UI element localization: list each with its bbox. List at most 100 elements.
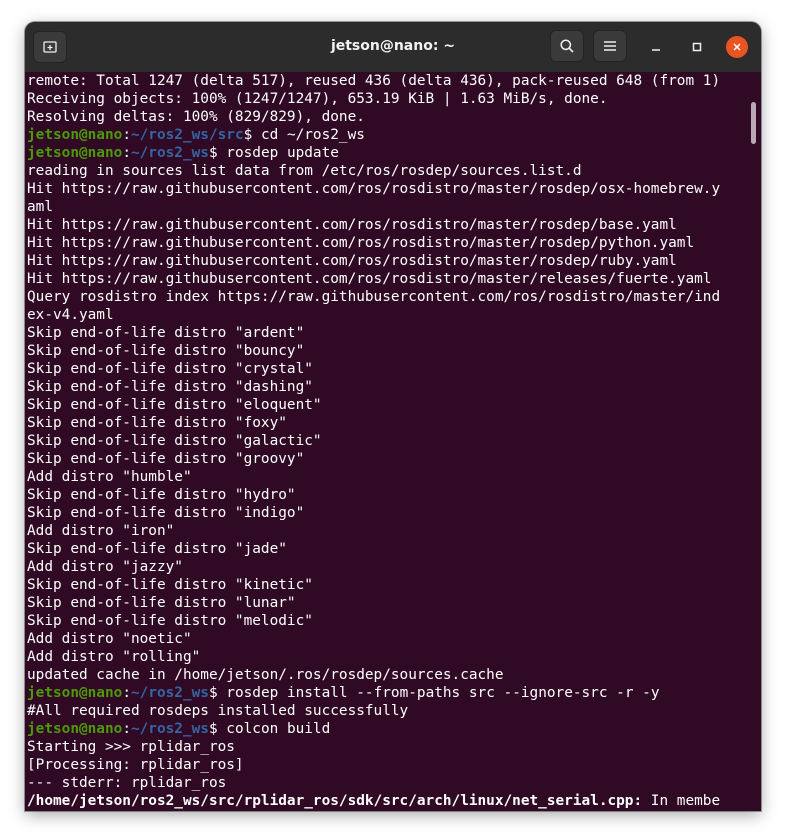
prompt-separator: :: [122, 127, 131, 143]
line-text: Add distro "iron": [27, 523, 175, 539]
terminal-line: Skip end-of-life distro "indigo": [27, 504, 720, 522]
line-text: aml: [27, 199, 53, 215]
terminal-line: Skip end-of-life distro "hydro": [27, 486, 720, 504]
maximize-button[interactable]: [686, 36, 708, 58]
terminal-lines: remote: Total 1247 (delta 517), reused 4…: [27, 72, 720, 810]
prompt-command: $ rosdep update: [208, 145, 339, 161]
line-text: Skip end-of-life distro "hydro": [27, 487, 296, 503]
terminal-line: jetson@nano:~/ros2_ws$ rosdep update: [27, 144, 720, 162]
terminal-line: Query rosdistro index https://raw.github…: [27, 288, 720, 306]
terminal-line: reading in sources list data from /etc/r…: [27, 162, 720, 180]
title-bar[interactable]: jetson@nano: ~: [25, 22, 761, 72]
prompt-user: jetson@nano: [27, 721, 123, 737]
terminal-line: Add distro "rolling": [27, 648, 720, 666]
line-text: In membe: [642, 793, 721, 809]
terminal-line: Skip end-of-life distro "lunar": [27, 594, 720, 612]
prompt-path: ~/ros2_ws: [130, 721, 209, 737]
line-text: Resolving deltas: 100% (829/829), done.: [27, 109, 365, 125]
terminal-line: Skip end-of-life distro "galactic": [27, 432, 720, 450]
minimize-button[interactable]: [645, 36, 667, 58]
terminal-line: Skip end-of-life distro "jade": [27, 540, 720, 558]
line-text: remote: Total 1247 (delta 517), reused 4…: [27, 73, 721, 89]
prompt-command: $ cd ~/ros2_ws: [243, 127, 365, 143]
close-button[interactable]: [726, 36, 748, 58]
line-text: #All required rosdeps installed successf…: [27, 703, 409, 719]
line-text: Skip end-of-life distro "kinetic": [27, 577, 313, 593]
line-text: Hit https://raw.githubusercontent.com/ro…: [27, 217, 677, 233]
prompt-separator: :: [122, 145, 131, 161]
terminal-line: Skip end-of-life distro "foxy": [27, 414, 720, 432]
prompt-path: ~/ros2_ws: [130, 145, 209, 161]
new-tab-icon: [43, 41, 57, 53]
terminal-line: Hit https://raw.githubusercontent.com/ro…: [27, 180, 720, 198]
terminal-line: Skip end-of-life distro "groovy": [27, 450, 720, 468]
terminal-line: jetson@nano:~/ros2_ws/src$ cd ~/ros2_ws: [27, 126, 720, 144]
terminal-line: Hit https://raw.githubusercontent.com/ro…: [27, 234, 720, 252]
terminal-line: Skip end-of-life distro "crystal": [27, 360, 720, 378]
line-text: Skip end-of-life distro "foxy": [27, 415, 287, 431]
terminal-line: Add distro "humble": [27, 468, 720, 486]
terminal-line: jetson@nano:~/ros2_ws$ colcon build: [27, 720, 720, 738]
terminal-line: Skip end-of-life distro "melodic": [27, 612, 720, 630]
hamburger-menu-icon: [604, 41, 616, 51]
search-icon: [560, 39, 574, 53]
terminal-line: #All required rosdeps installed successf…: [27, 702, 720, 720]
prompt-separator: :: [122, 721, 131, 737]
line-text: Skip end-of-life distro "eloquent": [27, 397, 322, 413]
terminal-line: Skip end-of-life distro "ardent": [27, 324, 720, 342]
terminal-line: Add distro "jazzy": [27, 558, 720, 576]
search-button[interactable]: [550, 30, 584, 62]
line-text: Skip end-of-life distro "melodic": [27, 613, 313, 629]
prompt-command: $ colcon build: [208, 721, 331, 737]
line-text: Query rosdistro index https://raw.github…: [27, 289, 721, 305]
terminal-line: Starting >>> rplidar_ros: [27, 738, 720, 756]
prompt-command: $ rosdep install --from-paths src --igno…: [208, 685, 660, 701]
terminal-line: ex-v4.yaml: [27, 306, 720, 324]
line-text: Skip end-of-life distro "indigo": [27, 505, 305, 521]
line-text: Skip end-of-life distro "groovy": [27, 451, 305, 467]
vertical-scrollbar[interactable]: [751, 102, 756, 144]
terminal-line: Hit https://raw.githubusercontent.com/ro…: [27, 216, 720, 234]
line-text: Receiving objects: 100% (1247/1247), 653…: [27, 91, 608, 107]
line-text: Starting >>> rplidar_ros: [27, 739, 235, 755]
line-text: Add distro "humble": [27, 469, 192, 485]
close-icon: [733, 43, 741, 51]
terminal-line: Hit https://raw.githubusercontent.com/ro…: [27, 270, 720, 288]
terminal-line: jetson@nano:~/ros2_ws$ rosdep install --…: [27, 684, 720, 702]
terminal-line: /home/jetson/ros2_ws/src/rplidar_ros/sdk…: [27, 792, 720, 810]
prompt-user: jetson@nano: [27, 145, 123, 161]
terminal-output[interactable]: remote: Total 1247 (delta 517), reused 4…: [25, 72, 761, 811]
terminal-line: Skip end-of-life distro "dashing": [27, 378, 720, 396]
line-text: Hit https://raw.githubusercontent.com/ro…: [27, 181, 721, 197]
line-text: reading in sources list data from /etc/r…: [27, 163, 582, 179]
line-text: Skip end-of-life distro "ardent": [27, 325, 305, 341]
terminal-line: Skip end-of-life distro "eloquent": [27, 396, 720, 414]
terminal-line: [Processing: rplidar_ros]: [27, 756, 720, 774]
prompt-path: ~/ros2_ws: [130, 685, 209, 701]
menu-button[interactable]: [593, 30, 627, 62]
line-text: Hit https://raw.githubusercontent.com/ro…: [27, 271, 712, 287]
line-text: Hit https://raw.githubusercontent.com/ro…: [27, 253, 677, 269]
line-text: --- stderr: rplidar_ros: [27, 775, 227, 791]
line-text: Skip end-of-life distro "galactic": [27, 433, 322, 449]
terminal-line: Hit https://raw.githubusercontent.com/ro…: [27, 252, 720, 270]
terminal-line: updated cache in /home/jetson/.ros/rosde…: [27, 666, 720, 684]
line-text: Skip end-of-life distro "lunar": [27, 595, 296, 611]
line-text: Add distro "jazzy": [27, 559, 183, 575]
terminal-line: Skip end-of-life distro "kinetic": [27, 576, 720, 594]
line-text: Skip end-of-life distro "jade": [27, 541, 287, 557]
line-text: Add distro "rolling": [27, 649, 201, 665]
line-text: Skip end-of-life distro "dashing": [27, 379, 313, 395]
new-tab-button[interactable]: [33, 31, 67, 63]
terminal-line: Add distro "noetic": [27, 630, 720, 648]
terminal-line: Add distro "iron": [27, 522, 720, 540]
line-text: [Processing: rplidar_ros]: [27, 757, 244, 773]
terminal-line: aml: [27, 198, 720, 216]
prompt-user: jetson@nano: [27, 127, 123, 143]
terminal-line: Resolving deltas: 100% (829/829), done.: [27, 108, 720, 126]
terminal-line: remote: Total 1247 (delta 517), reused 4…: [27, 72, 720, 90]
minimize-icon: [652, 49, 660, 51]
terminal-line: --- stderr: rplidar_ros: [27, 774, 720, 792]
line-text: Hit https://raw.githubusercontent.com/ro…: [27, 235, 695, 251]
prompt-user: jetson@nano: [27, 685, 123, 701]
